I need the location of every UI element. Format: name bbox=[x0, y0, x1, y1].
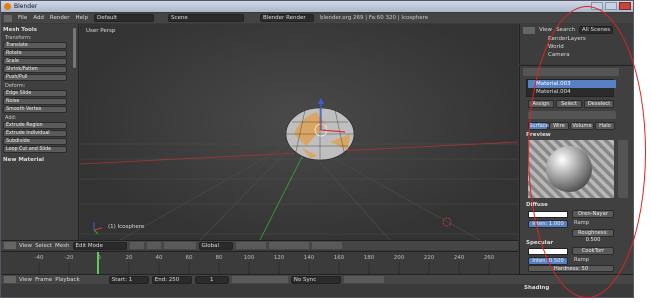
timeline-tick-label: 100 bbox=[244, 255, 255, 261]
info-stats: blender.org 269 | Fa:60 320 | Icosphere bbox=[320, 15, 429, 21]
rotate-button[interactable]: Rotate bbox=[3, 50, 67, 57]
menu-help[interactable]: Help bbox=[75, 15, 88, 21]
timeline-tick-label: 240 bbox=[454, 255, 465, 261]
timeline-tick-label: -20 bbox=[65, 255, 74, 261]
info-editor-icon[interactable] bbox=[4, 14, 12, 22]
close-button[interactable] bbox=[619, 2, 631, 10]
transform-label: Transform: bbox=[5, 35, 32, 41]
shading-icon[interactable] bbox=[129, 242, 144, 249]
layout-selector[interactable]: Default bbox=[94, 14, 155, 22]
current-frame-marker[interactable] bbox=[97, 252, 99, 275]
mesh-menu[interactable]: Mesh bbox=[55, 243, 69, 249]
mesh-tools-header[interactable]: Mesh Tools bbox=[3, 27, 76, 33]
extrude-region-button[interactable]: Extrude Region bbox=[3, 122, 67, 129]
3d-viewport[interactable]: User Persp (1) Icosphere bbox=[80, 24, 518, 240]
extrude-individual-button[interactable]: Extrude Individual bbox=[3, 130, 67, 137]
tl-playback-menu[interactable]: Playback bbox=[55, 277, 80, 283]
title-bar: Blender bbox=[1, 1, 633, 12]
shrink-fatten-button[interactable]: Shrink/Fatten bbox=[3, 66, 67, 73]
orientation-selector[interactable]: Global bbox=[198, 241, 233, 250]
3d-cursor-icon[interactable] bbox=[442, 217, 452, 227]
shading-panel-label[interactable]: Shading bbox=[524, 285, 549, 291]
timeline-tick-label: 180 bbox=[364, 255, 375, 261]
timeline-tick-label: 220 bbox=[424, 255, 435, 261]
window-title: Blender bbox=[14, 3, 38, 10]
timeline-tick-label: 120 bbox=[274, 255, 285, 261]
keying-icons[interactable] bbox=[343, 276, 384, 283]
timeline-tick-label: 200 bbox=[394, 255, 405, 261]
add-label: Add: bbox=[5, 115, 17, 121]
y-axis-line bbox=[259, 148, 307, 240]
subdivide-button[interactable]: Subdivide bbox=[3, 138, 67, 145]
timeline-tick-label: 140 bbox=[304, 255, 315, 261]
timeline[interactable]: -40 -20 0 20 40 60 80 100 120 140 160 180 200 220 240 2… bbox=[1, 251, 518, 275]
current-frame-field[interactable]: 1 bbox=[194, 275, 229, 284]
timeline-tick-label: 160 bbox=[334, 255, 345, 261]
timeline-editor-icon[interactable] bbox=[4, 276, 16, 283]
sync-selector[interactable]: No Sync bbox=[290, 275, 341, 284]
select-menu[interactable]: Select bbox=[35, 243, 52, 249]
axis-gizmo-icon bbox=[93, 222, 103, 235]
translate-button[interactable]: Translate bbox=[3, 42, 67, 49]
scale-button[interactable]: Scale bbox=[3, 58, 67, 65]
timeline-tick-label: 60 bbox=[186, 255, 193, 261]
playback-controls[interactable] bbox=[231, 276, 288, 283]
tl-frame-menu[interactable]: Frame bbox=[35, 277, 52, 283]
mode-selector[interactable]: Edit Mode bbox=[72, 241, 127, 250]
start-frame-field[interactable]: Start: 1 bbox=[108, 275, 149, 284]
viewport-header: View Select Mesh Edit Mode Global bbox=[1, 240, 518, 250]
timeline-tick-label: -40 bbox=[35, 255, 44, 261]
timeline-tick-label: 260 bbox=[484, 255, 495, 261]
noise-button[interactable]: Noise bbox=[3, 98, 67, 105]
timeline-tick-label: 40 bbox=[156, 255, 163, 261]
timeline-tick-label: 20 bbox=[126, 255, 133, 261]
annotation-ellipse bbox=[528, 6, 646, 298]
outliner-editor-icon[interactable] bbox=[523, 26, 535, 34]
scene-selector[interactable]: Scene bbox=[168, 14, 245, 22]
loop-cut-button[interactable]: Loop Cut and Slide bbox=[3, 146, 67, 153]
timeline-ruler: -40 -20 0 20 40 60 80 100 120 140 160 180 200 220 240 2… bbox=[35, 255, 495, 275]
info-header: File Add Render Help Default Scene Blend… bbox=[1, 13, 633, 23]
tool-shelf-scrollbar[interactable] bbox=[73, 28, 76, 68]
blender-logo-icon bbox=[4, 3, 11, 10]
edge-slide-button[interactable]: Edge Slide bbox=[3, 90, 67, 97]
layer-buttons[interactable] bbox=[268, 242, 309, 249]
icosphere-mesh[interactable] bbox=[285, 107, 355, 161]
editor-type-icon[interactable] bbox=[4, 242, 16, 249]
manipulator-toggle-icon[interactable] bbox=[163, 242, 196, 249]
maximize-button[interactable] bbox=[605, 2, 617, 10]
tl-view-menu[interactable]: View bbox=[19, 277, 32, 283]
view-label: User Persp bbox=[86, 28, 116, 34]
timeline-header: View Frame Playback Start: 1 End: 250 1 … bbox=[1, 274, 633, 284]
menu-add[interactable]: Add bbox=[33, 15, 44, 21]
menu-render[interactable]: Render bbox=[50, 15, 70, 21]
viewport-grid bbox=[80, 98, 518, 240]
active-object-label: (1) Icosphere bbox=[108, 224, 145, 230]
end-frame-field[interactable]: End: 250 bbox=[151, 275, 192, 284]
view-menu[interactable]: View bbox=[19, 243, 32, 249]
render-engine-selector[interactable]: Blender Render bbox=[260, 14, 315, 22]
menu-file[interactable]: File bbox=[18, 15, 27, 21]
new-material-header[interactable]: New Material bbox=[3, 157, 76, 163]
tool-shelf: Mesh Tools Transform: Translate Rotate S… bbox=[1, 24, 79, 240]
push-pull-button[interactable]: Push/Pull bbox=[3, 74, 67, 81]
pivot-icon[interactable] bbox=[146, 242, 161, 249]
outliner-view-menu[interactable]: View bbox=[539, 27, 552, 33]
timeline-tick-label: 80 bbox=[216, 255, 223, 261]
snap-icons[interactable] bbox=[311, 242, 342, 249]
select-mode-icons[interactable] bbox=[235, 242, 266, 249]
deform-label: Deform: bbox=[5, 83, 26, 89]
smooth-vertex-button[interactable]: Smooth Vertex bbox=[3, 106, 67, 113]
